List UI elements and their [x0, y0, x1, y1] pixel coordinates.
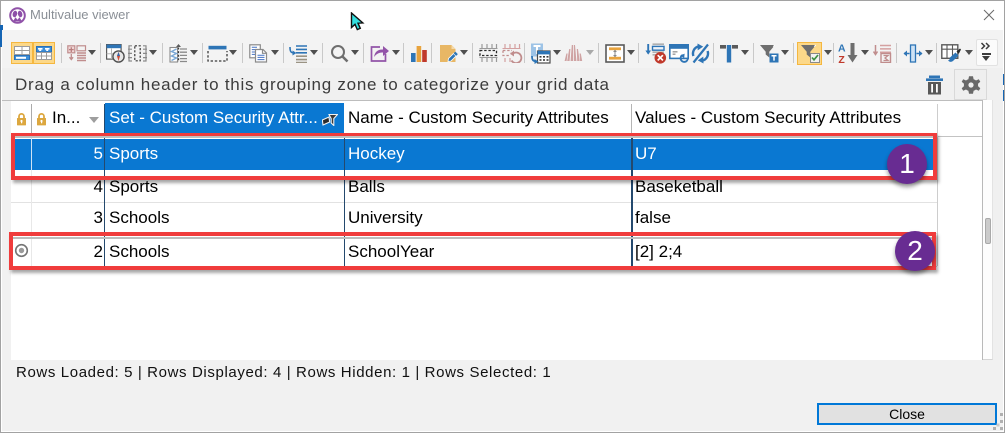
svg-text:A: A: [838, 43, 846, 55]
svg-text:Z: Z: [838, 54, 845, 64]
